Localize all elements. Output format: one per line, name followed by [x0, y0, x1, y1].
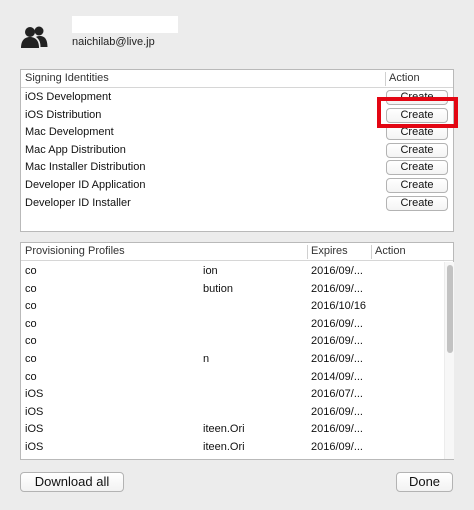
profile-expires: 2016/09/...	[311, 282, 363, 295]
profile-expires: 2016/09/...	[311, 423, 363, 436]
identity-name: iOS Distribution	[25, 109, 102, 121]
identity-name: iOS Development	[25, 91, 112, 103]
profile-row[interactable]: co bution 2016/09/...	[21, 280, 441, 298]
profile-name: co	[25, 335, 37, 348]
profile-name: co	[25, 282, 37, 295]
profile-row[interactable]: iOS iteen.Ori 2016/09/...	[21, 420, 441, 438]
profile-name-tail: ion	[203, 265, 218, 277]
provisioning-profiles-table: Provisioning Profiles Expires Action co …	[20, 242, 454, 460]
create-button-mac-installer-distribution[interactable]: Create	[386, 160, 448, 175]
profile-expires: 2014/09/...	[311, 370, 363, 383]
create-button-developer-id-installer[interactable]: Create	[386, 196, 448, 211]
profile-name: co	[25, 317, 37, 330]
profile-expires: 2016/09/...	[311, 317, 363, 330]
col-header-action[interactable]: Action	[385, 70, 420, 88]
profile-expires: 2016/09/...	[311, 353, 363, 365]
profile-row[interactable]: co 2016/10/16	[21, 297, 441, 315]
profile-name: iOS	[25, 423, 44, 436]
signing-row-mac-app-distribution[interactable]: Mac App Distribution Create	[21, 142, 453, 159]
highlight-box	[377, 97, 458, 128]
profile-expires: 2016/10/16	[311, 300, 367, 313]
signing-row-developer-id-installer[interactable]: Developer ID Installer Create	[21, 195, 453, 212]
account-email: naichilab@live.jp	[72, 36, 155, 48]
profile-name: co	[25, 265, 37, 277]
profile-name: iOS	[25, 388, 44, 401]
done-button[interactable]: Done	[396, 472, 453, 492]
profile-expires: 2016/09/...	[311, 265, 363, 277]
scrollbar-thumb[interactable]	[447, 265, 453, 353]
col-header-signing-identities[interactable]: Signing Identities	[21, 70, 109, 88]
profile-expires: 2016/09/...	[311, 405, 363, 418]
signing-row-developer-id-application[interactable]: Developer ID Application Create	[21, 177, 453, 194]
profile-row[interactable]: iOS 2016/07/...	[21, 385, 441, 403]
profile-expires: 2016/07/...	[311, 388, 363, 401]
profile-name: co	[25, 300, 37, 313]
profiles-table-header: Provisioning Profiles Expires Action	[21, 243, 453, 261]
profile-expires: 2016/09/...	[311, 441, 363, 453]
users-icon	[21, 26, 48, 48]
create-button-mac-app-distribution[interactable]: Create	[386, 143, 448, 158]
profile-name: iOS	[25, 441, 44, 453]
identity-name: Mac Installer Distribution	[25, 161, 146, 173]
profile-name-tail: iteen.Ori	[203, 441, 245, 453]
account-name-redacted	[72, 16, 178, 33]
profile-name: iOS	[25, 405, 44, 418]
profile-row[interactable]: iOS iteen.Ori 2016/09/...	[21, 438, 441, 456]
profile-name: co	[25, 370, 37, 383]
profile-row[interactable]: co 2014/09/...	[21, 368, 441, 386]
profile-row[interactable]: co 2016/09/...	[21, 315, 441, 333]
identity-name: Developer ID Installer	[25, 197, 131, 209]
create-button-developer-id-application[interactable]: Create	[386, 178, 448, 193]
account-header: naichilab@live.jp	[20, 14, 320, 54]
col-header-profile-action[interactable]: Action	[371, 243, 406, 261]
signing-identities-table: Signing Identities Action iOS Developmen…	[20, 69, 454, 232]
signing-table-header: Signing Identities Action	[21, 70, 453, 88]
profile-row[interactable]: iOS 2016/09/...	[21, 403, 441, 421]
signing-row-mac-installer-distribution[interactable]: Mac Installer Distribution Create	[21, 159, 453, 176]
profile-name-tail: bution	[203, 282, 233, 295]
profile-name: co	[25, 353, 37, 365]
identity-name: Mac App Distribution	[25, 144, 126, 156]
profile-row[interactable]: co ion 2016/09/...	[21, 262, 441, 280]
identity-name: Developer ID Application	[25, 179, 146, 191]
profile-name-tail: iteen.Ori	[203, 423, 245, 436]
profile-row[interactable]: co 2016/09/...	[21, 332, 441, 350]
download-all-button[interactable]: Download all	[20, 472, 124, 492]
identity-name: Mac Development	[25, 126, 114, 138]
profile-expires: 2016/09/...	[311, 335, 363, 348]
profile-row[interactable]: co n 2016/09/...	[21, 350, 441, 368]
col-header-provisioning-profiles[interactable]: Provisioning Profiles	[21, 243, 125, 261]
col-header-expires[interactable]: Expires	[307, 243, 348, 261]
profile-name-tail: n	[203, 353, 210, 365]
